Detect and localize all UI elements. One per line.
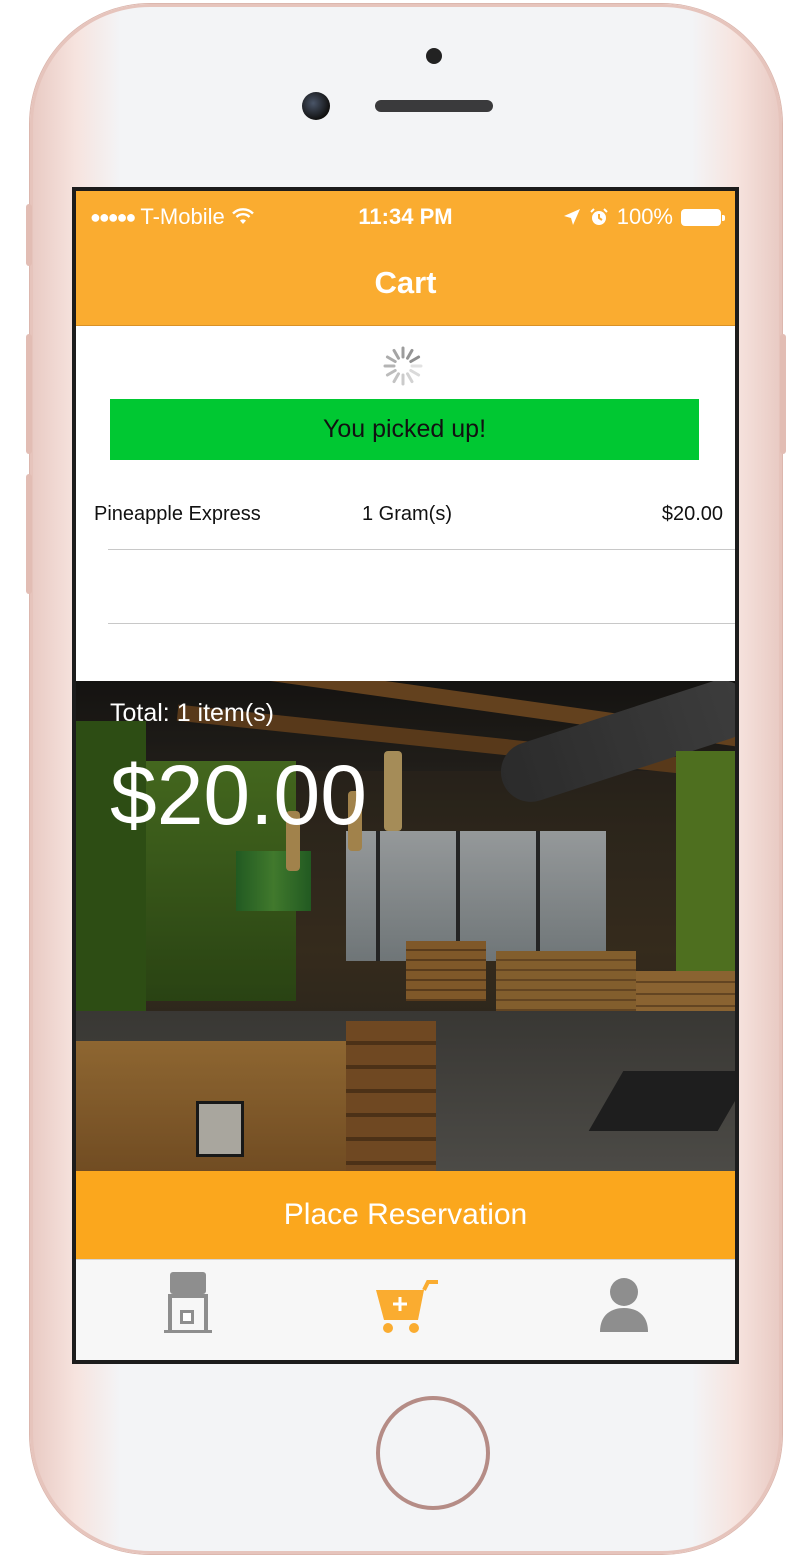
status-banner: You picked up! bbox=[110, 399, 699, 460]
store-photo: Total: 1 item(s) $20.00 bbox=[76, 681, 735, 1171]
item-quantity: 1 Gram(s) bbox=[362, 503, 452, 525]
cart-item-row[interactable]: Pineapple Express 1 Gram(s) $20.00 bbox=[76, 491, 735, 541]
nav-bar: Cart bbox=[76, 241, 735, 326]
tab-profile[interactable] bbox=[584, 1270, 664, 1340]
spinner-spoke bbox=[406, 372, 414, 384]
item-price: $20.00 bbox=[661, 503, 723, 525]
location-icon bbox=[563, 209, 580, 225]
front-camera bbox=[302, 92, 330, 120]
mute-switch bbox=[26, 204, 32, 266]
spinner-spoke bbox=[385, 369, 397, 377]
page-title: Cart bbox=[374, 265, 437, 300]
status-banner-text: You picked up! bbox=[322, 415, 487, 443]
row-divider bbox=[108, 549, 735, 550]
place-reservation-button[interactable]: Place Reservation bbox=[76, 1171, 735, 1259]
battery-percent: 100% bbox=[616, 204, 673, 229]
spinner-spoke bbox=[406, 348, 414, 360]
spinner-spoke bbox=[392, 372, 400, 384]
profile-icon bbox=[600, 1278, 648, 1332]
volume-up-button bbox=[26, 334, 32, 454]
home-button[interactable] bbox=[376, 1396, 490, 1510]
spinner-spoke bbox=[409, 355, 421, 363]
item-name: Pineapple Express bbox=[94, 503, 261, 525]
total-items-label: Total: 1 item(s) bbox=[110, 699, 274, 727]
cart-icon bbox=[376, 1280, 438, 1333]
spinner-spoke bbox=[385, 355, 397, 363]
tab-bar bbox=[76, 1259, 735, 1360]
row-divider bbox=[108, 623, 735, 624]
power-button bbox=[780, 334, 786, 454]
volume-down-button bbox=[26, 474, 32, 594]
spinner-spoke bbox=[409, 369, 421, 377]
tab-store[interactable] bbox=[148, 1270, 228, 1340]
proximity-sensor bbox=[426, 48, 442, 64]
screen: ●●●●● T-Mobile 11:34 PM 100% Cart You pi… bbox=[72, 187, 739, 1364]
store-icon bbox=[164, 1272, 212, 1333]
spinner-spoke bbox=[392, 348, 400, 360]
alarm-icon bbox=[590, 208, 608, 225]
earpiece-speaker bbox=[375, 100, 493, 112]
app-screen: ●●●●● T-Mobile 11:34 PM 100% Cart You pi… bbox=[76, 191, 735, 1360]
spinner-icon bbox=[383, 346, 423, 386]
battery-icon bbox=[681, 208, 725, 226]
status-bar: ●●●●● T-Mobile 11:34 PM 100% bbox=[76, 191, 735, 241]
tab-cart[interactable] bbox=[366, 1270, 446, 1340]
total-amount: $20.00 bbox=[110, 748, 367, 842]
